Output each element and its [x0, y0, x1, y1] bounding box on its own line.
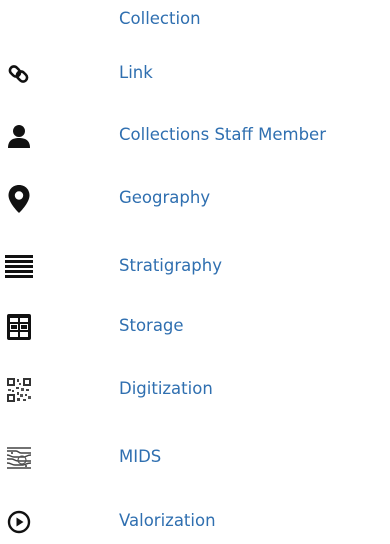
stratigraphy-icon: [4, 252, 34, 282]
map-pin-icon: [4, 184, 34, 214]
qr-code-icon: [4, 375, 34, 405]
menu-item-stratigraphy[interactable]: Stratigraphy: [0, 245, 390, 289]
menu-item-collection[interactable]: Collection: [0, 0, 390, 42]
person-icon: [4, 121, 34, 151]
menu-item-label: Stratigraphy: [119, 256, 222, 275]
menu-item-digitization[interactable]: Digitization: [0, 368, 390, 412]
menu-item-label: Link: [119, 63, 153, 82]
storage-icon: [4, 312, 34, 342]
play-circle-icon: [4, 507, 34, 537]
menu-item-collections-staff-member[interactable]: Collections Staff Member: [0, 114, 390, 158]
menu-item-mids[interactable]: MIDS: [0, 436, 390, 480]
link-icon: [4, 59, 34, 89]
menu-item-label: Collection: [119, 9, 201, 28]
menu-item-link[interactable]: Link: [0, 52, 390, 96]
menu-item-storage[interactable]: Storage: [0, 305, 390, 349]
menu-item-label: Geography: [119, 188, 211, 207]
menu-item-label: Digitization: [119, 379, 213, 398]
menu-item-label: Storage: [119, 316, 184, 335]
menu-item-label: MIDS: [119, 447, 162, 466]
menu-item-label: Collections Staff Member: [119, 125, 326, 144]
menu-item-valorization[interactable]: Valorization: [0, 500, 390, 544]
mids-icon: [4, 443, 34, 473]
menu-item-label: Valorization: [119, 511, 216, 530]
menu-item-geography[interactable]: Geography: [0, 177, 390, 221]
